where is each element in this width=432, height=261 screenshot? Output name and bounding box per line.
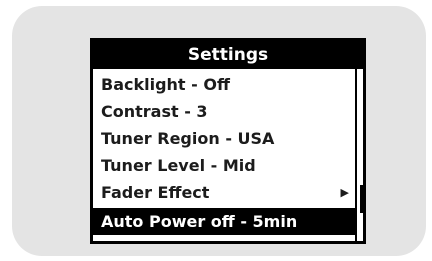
scrollbar-thumb[interactable] <box>360 185 364 213</box>
menu-item-fader-effect[interactable]: Fader Effect ▶ <box>93 179 355 206</box>
menu-item-auto-power-off[interactable]: Auto Power off - 5min <box>93 208 355 235</box>
settings-menu: Backlight - Off Contrast - 3 Tuner Regio… <box>93 69 355 241</box>
menu-item-tuner-level[interactable]: Tuner Level - Mid <box>93 152 355 179</box>
menu-item-label: Tuner Region - USA <box>101 129 275 148</box>
menu-title: Settings <box>93 41 363 69</box>
menu-item-tuner-region[interactable]: Tuner Region - USA <box>93 125 355 152</box>
menu-item-label: Backlight - Off <box>101 75 230 94</box>
device-panel: Settings Backlight - Off Contrast - 3 Tu… <box>12 6 426 256</box>
menu-item-label: Fader Effect <box>101 183 210 202</box>
menu-item-contrast[interactable]: Contrast - 3 <box>93 98 355 125</box>
menu-item-label: Contrast - 3 <box>101 102 208 121</box>
triangle-right-icon: ▶ <box>340 186 349 199</box>
menu-item-label: Tuner Level - Mid <box>101 156 256 175</box>
menu-item-label: Auto Power off - 5min <box>101 212 298 231</box>
menu-item-backlight[interactable]: Backlight - Off <box>93 71 355 98</box>
lcd-screen: Settings Backlight - Off Contrast - 3 Tu… <box>90 38 366 244</box>
scrollbar[interactable] <box>355 69 366 241</box>
